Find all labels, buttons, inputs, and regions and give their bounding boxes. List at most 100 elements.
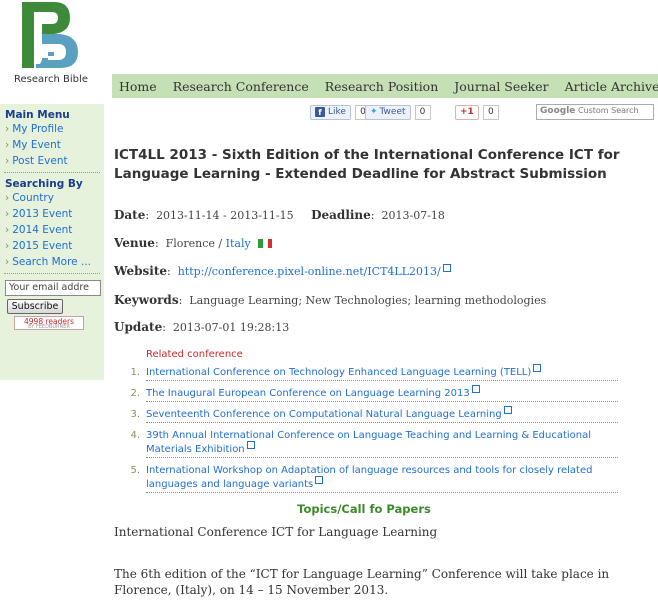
sidebar-item-country[interactable]: › Country	[0, 190, 104, 206]
top-nav: Home Research Conference Research Positi…	[112, 74, 658, 98]
list-item[interactable]: 1. International Conference on Technolog…	[128, 364, 618, 381]
bullet-icon: ›	[5, 256, 10, 268]
related-link[interactable]: International Workshop on Adaptation of …	[146, 464, 618, 493]
gplus-button[interactable]: +1	[455, 104, 479, 120]
website-link[interactable]: http://conference.pixel-online.net/ICT4L…	[178, 265, 441, 278]
related-link[interactable]: The Inaugural European Conference on Lan…	[146, 385, 618, 402]
bullet-icon: ›	[5, 240, 10, 252]
site-logo[interactable]: Research Bible	[0, 0, 108, 92]
sidebar-item-label: Search More ...	[12, 256, 91, 268]
external-link-icon	[471, 385, 480, 393]
google-brand: Google	[540, 106, 576, 116]
sidebar-item-label: My Profile	[12, 123, 64, 135]
venue-row: Venue: Florence / Italy	[114, 236, 273, 250]
bullet-icon: ›	[5, 224, 10, 236]
bullet-icon: ›	[5, 155, 10, 167]
like-label: Like	[328, 107, 346, 117]
facebook-icon: f	[315, 107, 325, 117]
tweet-label: Tweet	[379, 107, 406, 117]
venue-country-link[interactable]: Italy	[226, 237, 251, 250]
keywords-label: Keywords	[114, 293, 179, 307]
logo-text: Research Bible	[14, 74, 88, 85]
related-link[interactable]: 39th Annual International Conference on …	[146, 429, 618, 458]
sidebar-item-2013-event[interactable]: › 2013 Event	[0, 206, 104, 222]
sidebar-item-label: Country	[12, 192, 54, 204]
feedburner-label: BY FEEDBURNER	[28, 324, 70, 330]
bullet-icon: ›	[5, 139, 10, 151]
related-link-text: The Inaugural European Conference on Lan…	[146, 388, 470, 399]
date-value: 2013-11-14 - 2013-11-15	[156, 209, 294, 222]
sidebar-item-label: My Event	[12, 139, 61, 151]
italy-flag-icon	[258, 239, 273, 248]
search-input[interactable]: Google Custom Search	[536, 104, 654, 120]
website-row: Website: http://conference.pixel-online.…	[114, 264, 451, 278]
main-menu-title: Main Menu	[5, 109, 70, 121]
related-link-text: Seventeenth Conference on Computational …	[146, 409, 502, 420]
list-item[interactable]: 5. International Workshop on Adaptation …	[128, 464, 618, 493]
sidebar-item-2015-event[interactable]: › 2015 Event	[0, 238, 104, 254]
list-number: 2.	[130, 388, 140, 399]
searching-by-title: Searching By	[5, 178, 83, 190]
sidebar-item-label: 2015 Event	[12, 240, 73, 252]
date-row: Date: 2013-11-14 - 2013-11-15 Deadline: …	[114, 208, 445, 222]
external-link-icon	[442, 264, 451, 272]
sidebar: Main Menu › My Profile › My Event › Post Ev…	[0, 104, 104, 380]
facebook-like-button[interactable]: f Like	[310, 104, 351, 120]
list-number: 1.	[130, 367, 140, 378]
subscribe-button[interactable]: Subscribe	[7, 299, 63, 314]
twitter-bird-icon: ✦	[370, 107, 378, 117]
facebook-like-widget[interactable]: f Like 0	[310, 104, 371, 120]
nav-research-position[interactable]: Research Position	[325, 79, 439, 94]
sidebar-item-post-event[interactable]: › Post Event	[0, 153, 104, 169]
sidebar-item-my-event[interactable]: › My Event	[0, 137, 104, 153]
update-label: Update	[114, 320, 163, 334]
sidebar-item-label: Post Event	[12, 155, 68, 167]
keywords-row: Keywords: Language Learning; New Technol…	[114, 293, 547, 307]
venue-label: Venue	[114, 236, 155, 250]
sidebar-item-label: 2014 Event	[12, 224, 73, 236]
related-conference-heading: Related conference	[146, 349, 243, 360]
sidebar-item-my-profile[interactable]: › My Profile	[0, 121, 104, 137]
list-item[interactable]: 4. 39th Annual International Conference …	[128, 429, 618, 458]
keywords-value: Language Learning; New Technologies; lea…	[189, 294, 547, 307]
page-title: ICT4LL 2013 - Sixth Edition of the Inter…	[114, 147, 620, 182]
bullet-icon: ›	[5, 208, 10, 220]
bullet-icon: ›	[5, 123, 10, 135]
search-placeholder: Custom Search	[577, 106, 639, 115]
date-label: Date	[114, 208, 146, 222]
tweet-button[interactable]: ✦ Tweet	[365, 104, 411, 120]
nav-journal-seeker[interactable]: Journal Seeker	[454, 79, 548, 94]
nav-home[interactable]: Home	[119, 79, 157, 94]
list-number: 5.	[130, 465, 140, 476]
related-link-text: International Conference on Technology E…	[146, 367, 532, 378]
gplus-label: +1	[460, 107, 474, 117]
deadline-value: 2013-07-18	[381, 209, 445, 222]
gplus-widget[interactable]: +1 0	[455, 104, 499, 120]
list-item[interactable]: 3. Seventeenth Conference on Computation…	[128, 406, 618, 423]
related-link-text: 39th Annual International Conference on …	[146, 430, 592, 455]
related-conference-list: 1. International Conference on Technolog…	[128, 364, 618, 499]
update-value: 2013-07-01 19:28:13	[172, 321, 290, 334]
update-row: Update: 2013-07-01 19:28:13	[114, 320, 290, 334]
venue-city: Florence /	[165, 237, 226, 250]
nav-article-archives[interactable]: Article Archives	[565, 79, 658, 94]
tweet-count: 0	[414, 104, 431, 120]
topics-heading: Topics/Call fo Papers	[297, 502, 431, 516]
sidebar-divider	[4, 273, 100, 274]
sidebar-item-2014-event[interactable]: › 2014 Event	[0, 222, 104, 238]
email-field[interactable]: Your email addre	[5, 280, 101, 296]
external-link-icon	[315, 476, 324, 484]
external-link-icon	[246, 441, 255, 449]
sidebar-item-search-more[interactable]: › Search More ...	[0, 254, 104, 270]
bullet-icon: ›	[5, 192, 10, 204]
gplus-count: 0	[482, 104, 499, 120]
nav-research-conference[interactable]: Research Conference	[173, 79, 309, 94]
related-link-text: International Workshop on Adaptation of …	[146, 465, 593, 490]
related-link[interactable]: International Conference on Technology E…	[146, 364, 618, 381]
related-link[interactable]: Seventeenth Conference on Computational …	[146, 406, 618, 423]
research-bible-logo-icon	[22, 2, 78, 68]
tweet-widget[interactable]: ✦ Tweet 0	[365, 104, 431, 120]
feedburner-readers-badge[interactable]: 4998 readers BY FEEDBURNER	[14, 316, 84, 330]
list-item[interactable]: 2. The Inaugural European Conference on …	[128, 385, 618, 402]
deadline-label: Deadline	[311, 208, 371, 222]
